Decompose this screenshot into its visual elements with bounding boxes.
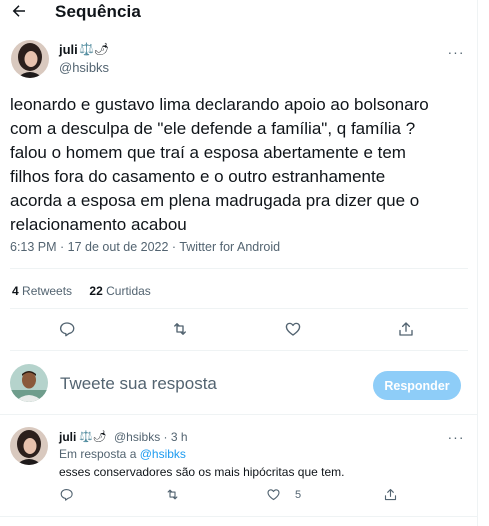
author-name[interactable]: juli — [59, 42, 78, 57]
retweet-icon[interactable] — [171, 320, 189, 338]
reply-icon[interactable] — [59, 487, 74, 502]
divider — [10, 350, 468, 351]
share-icon[interactable] — [383, 487, 398, 502]
header: Sequência — [0, 0, 478, 24]
reply-author-avatar[interactable] — [10, 427, 48, 465]
tweet-thread-page: Sequência juli ⚖️🌶 @hsibks ··· leonardo … — [0, 0, 478, 526]
user-avatar[interactable] — [10, 364, 48, 402]
reply-input[interactable] — [60, 374, 350, 394]
tweet-timestamp[interactable]: 6:13 PM · 17 de out de 2022 · Twitter fo… — [10, 240, 280, 254]
back-arrow-icon[interactable] — [10, 2, 28, 20]
like-icon[interactable] — [266, 487, 281, 502]
reply-icon[interactable] — [58, 320, 76, 338]
replying-to-mention[interactable]: @hsibks — [140, 447, 186, 461]
divider — [10, 268, 468, 269]
like-icon[interactable] — [284, 320, 302, 338]
share-icon[interactable] — [397, 320, 415, 338]
reply-author-handle[interactable]: @hsibks · 3 h — [114, 430, 188, 444]
author-avatar[interactable] — [11, 40, 49, 78]
author-name-emoji: ⚖️🌶 — [79, 42, 110, 56]
tweet-stats: 4 Retweets 22 Curtidas — [12, 284, 165, 298]
retweet-icon[interactable] — [165, 487, 180, 502]
retweets-stat[interactable]: 4 Retweets — [12, 284, 72, 298]
tweet-text: leonardo e gustavo lima declarando apoio… — [10, 95, 429, 234]
divider — [0, 516, 478, 517]
more-options-icon[interactable]: ··· — [447, 43, 465, 61]
replying-to: Em resposta a @hsibks — [59, 447, 186, 461]
reply-button[interactable]: Responder — [373, 371, 461, 400]
reply-author-emoji: ⚖️🌶 — [79, 431, 107, 443]
divider — [10, 308, 468, 309]
like-count: 5 — [295, 489, 302, 501]
reply-author-name[interactable]: juli — [59, 430, 76, 444]
more-options-icon[interactable]: ··· — [447, 428, 465, 446]
author-handle[interactable]: @hsibks — [59, 60, 109, 75]
likes-stat[interactable]: 22 Curtidas — [89, 284, 150, 298]
divider — [0, 414, 478, 415]
page-title: Sequência — [55, 2, 141, 21]
reply-text: esses conservadores são os mais hipócrit… — [59, 465, 345, 479]
